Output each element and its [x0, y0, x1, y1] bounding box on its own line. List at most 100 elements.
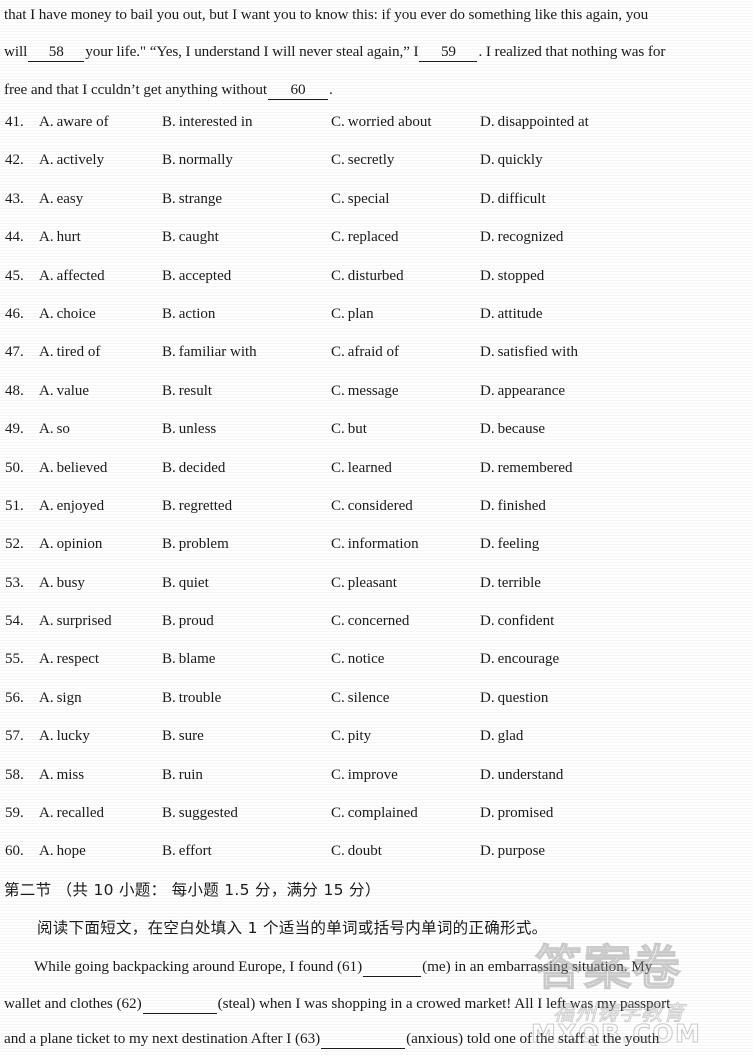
option-C[interactable]: C. pleasant: [331, 575, 397, 592]
option-D[interactable]: D. purpose: [480, 843, 545, 860]
option-B[interactable]: B. decided: [162, 460, 225, 477]
option-B[interactable]: B. problem: [162, 536, 229, 553]
option-B[interactable]: B. result: [162, 383, 212, 400]
option-A[interactable]: A. actively: [39, 152, 104, 169]
option-A[interactable]: A. so: [39, 421, 70, 438]
option-A[interactable]: A. easy: [39, 191, 83, 208]
option-text: complained: [347, 805, 418, 822]
option-C[interactable]: C. learned: [331, 460, 392, 477]
option-A[interactable]: A. choice: [39, 306, 96, 323]
option-A[interactable]: A. believed: [39, 460, 107, 477]
option-D[interactable]: D. satisfied with: [480, 344, 578, 361]
option-A[interactable]: A. opinion: [39, 536, 102, 553]
option-B[interactable]: B. normally: [162, 152, 233, 169]
option-A[interactable]: A. miss: [39, 767, 84, 784]
question-number: 57.: [5, 728, 24, 745]
option-A[interactable]: A. sign: [39, 690, 82, 707]
question-row: 46. A. choice B. action C. plan D. attitude: [0, 302, 753, 340]
option-C[interactable]: C. special: [331, 191, 389, 208]
option-text: easy: [56, 190, 84, 207]
option-D[interactable]: D. difficult: [480, 191, 546, 208]
option-B[interactable]: B. trouble: [162, 690, 221, 707]
option-B[interactable]: B. proud: [162, 613, 214, 630]
cloze-blank-60[interactable]: 60: [268, 80, 329, 100]
option-C[interactable]: C. doubt: [331, 843, 382, 860]
option-D[interactable]: D. stopped: [480, 268, 544, 285]
option-B[interactable]: B. suggested: [162, 805, 238, 822]
cloze-blank-58[interactable]: 58: [28, 42, 85, 62]
option-B[interactable]: B. blame: [162, 651, 215, 668]
option-A[interactable]: A. enjoyed: [39, 498, 104, 515]
option-D[interactable]: D. recognized: [480, 229, 563, 246]
option-C[interactable]: C. information: [331, 536, 419, 553]
option-B[interactable]: B. sure: [162, 728, 204, 745]
option-text: because: [497, 421, 546, 438]
option-C[interactable]: C. pity: [331, 728, 371, 745]
option-A[interactable]: A. aware of: [39, 114, 109, 131]
option-B[interactable]: B. accepted: [162, 268, 231, 285]
option-C[interactable]: C. disturbed: [331, 268, 404, 285]
option-D[interactable]: D. glad: [480, 728, 523, 745]
option-C[interactable]: C. worried about: [331, 114, 432, 131]
option-text: concerned: [347, 613, 410, 630]
fill-blank-61[interactable]: [363, 957, 422, 977]
option-B[interactable]: B. unless: [162, 421, 216, 438]
option-letter-d: D.: [480, 459, 495, 476]
option-C[interactable]: C. but: [331, 421, 367, 438]
option-D[interactable]: D. question: [480, 690, 548, 707]
option-B[interactable]: B. regretted: [162, 498, 232, 515]
option-A[interactable]: A. affected: [39, 268, 105, 285]
option-letter-b: B.: [162, 190, 176, 207]
option-D[interactable]: D. feeling: [480, 536, 539, 553]
option-C[interactable]: C. improve: [331, 767, 398, 784]
option-D[interactable]: D. attitude: [480, 306, 543, 323]
option-B[interactable]: B. interested in: [162, 114, 253, 131]
option-C[interactable]: C. notice: [331, 651, 384, 668]
option-A[interactable]: A. value: [39, 383, 89, 400]
fill-blank-63[interactable]: [321, 1029, 406, 1049]
option-B[interactable]: B. familiar with: [162, 344, 257, 361]
fill-blank-62[interactable]: [142, 994, 217, 1014]
option-B[interactable]: B. strange: [162, 191, 222, 208]
option-C[interactable]: C. considered: [331, 498, 413, 515]
option-A[interactable]: A. surprised: [39, 613, 112, 630]
option-text: tired of: [56, 344, 101, 361]
option-C[interactable]: C. secretly: [331, 152, 394, 169]
option-D[interactable]: D. disappointed at: [480, 114, 589, 131]
option-A[interactable]: A. recalled: [39, 805, 104, 822]
option-D[interactable]: D. quickly: [480, 152, 543, 169]
option-B[interactable]: B. caught: [162, 229, 219, 246]
option-B[interactable]: B. action: [162, 306, 215, 323]
option-text: silence: [347, 689, 390, 706]
option-D[interactable]: D. appearance: [480, 383, 565, 400]
option-D[interactable]: D. remembered: [480, 460, 573, 477]
option-B[interactable]: B. effort: [162, 843, 212, 860]
option-C[interactable]: C. replaced: [331, 229, 399, 246]
question-row: 41. A. aware of B. interested in C. worried ab…: [0, 110, 753, 148]
option-text: recognized: [497, 229, 564, 246]
option-D[interactable]: D. terrible: [480, 575, 541, 592]
option-letter-b: B.: [162, 229, 176, 246]
option-C[interactable]: C. message: [331, 383, 399, 400]
option-D[interactable]: D. encourage: [480, 651, 559, 668]
option-A[interactable]: A. respect: [39, 651, 99, 668]
option-A[interactable]: A. hurt: [39, 229, 81, 246]
option-B[interactable]: B. quiet: [162, 575, 209, 592]
option-A[interactable]: A. tired of: [39, 344, 100, 361]
option-C[interactable]: C. complained: [331, 805, 418, 822]
option-C[interactable]: C. silence: [331, 690, 389, 707]
option-D[interactable]: D. finished: [480, 498, 546, 515]
option-A[interactable]: A. busy: [39, 575, 85, 592]
option-A[interactable]: A. hope: [39, 843, 86, 860]
option-D[interactable]: D. confident: [480, 613, 554, 630]
option-C[interactable]: C. concerned: [331, 613, 409, 630]
option-D[interactable]: D. promised: [480, 805, 553, 822]
option-D[interactable]: D. because: [480, 421, 545, 438]
option-A[interactable]: A. lucky: [39, 728, 90, 745]
option-D[interactable]: D. understand: [480, 767, 563, 784]
cloze-blank-59[interactable]: 59: [419, 42, 478, 62]
option-C[interactable]: C. afraid of: [331, 344, 399, 361]
option-B[interactable]: B. ruin: [162, 767, 203, 784]
passage-bottom-line-3: and a plane ticket to my next destinatio…: [4, 1029, 752, 1049]
option-C[interactable]: C. plan: [331, 306, 374, 323]
